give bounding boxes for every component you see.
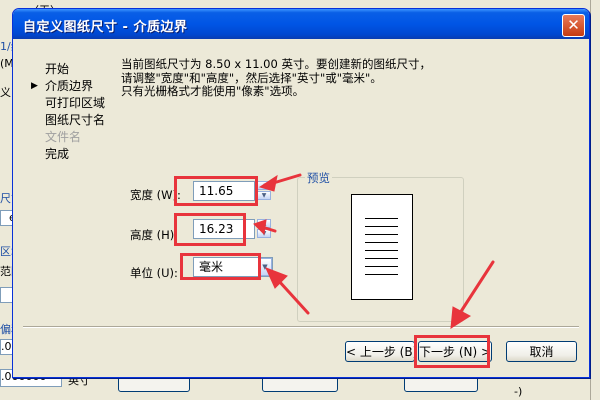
height-arrowhead-icon — [253, 219, 267, 236]
next-arrow — [458, 260, 495, 315]
unit-arrow — [276, 278, 310, 315]
width-arrowhead-icon — [258, 174, 278, 192]
annotation-arrows — [253, 173, 495, 329]
